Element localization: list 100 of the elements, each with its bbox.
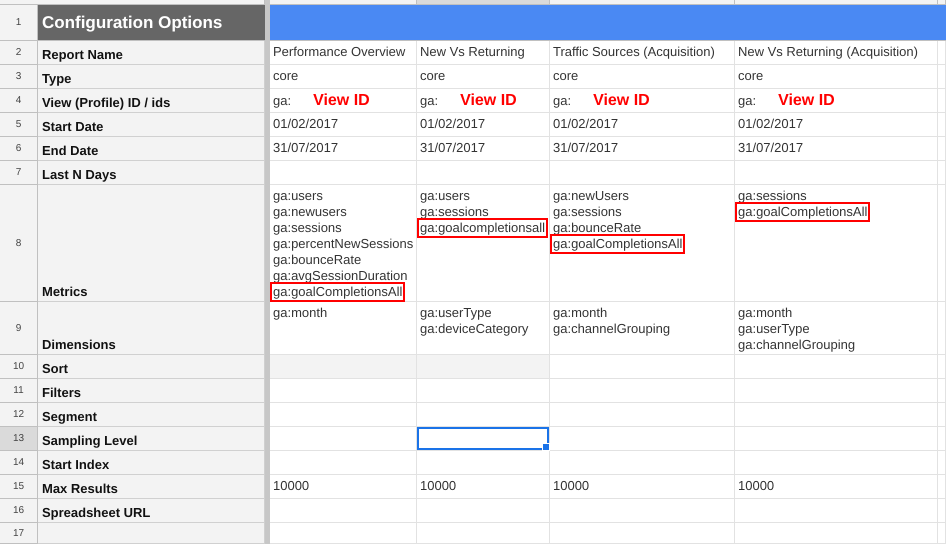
table-cell[interactable]: ga:month ga:channelGrouping [550,302,735,355]
row-number[interactable]: 11 [0,379,38,403]
table-cell[interactable] [270,427,417,451]
row-number[interactable]: 5 [0,113,38,137]
table-cell[interactable]: ga: View ID [550,89,735,113]
table-cell[interactable] [735,427,938,451]
column-header[interactable] [417,0,550,5]
table-cell[interactable] [550,451,735,475]
table-cell[interactable] [938,113,946,137]
table-cell[interactable]: 01/02/2017 [735,113,938,137]
table-cell[interactable] [938,427,946,451]
table-cell[interactable]: ga:users ga:sessions ga:goalcompletionsall [417,185,550,302]
table-cell[interactable]: ga: View ID [417,89,550,113]
table-cell[interactable] [938,523,946,544]
table-cell[interactable] [938,161,946,185]
row-number[interactable]: 17 [0,523,38,544]
table-cell[interactable] [938,302,946,355]
table-cell[interactable] [938,403,946,427]
table-cell[interactable]: 01/02/2017 [550,113,735,137]
column-header[interactable] [938,0,946,5]
table-cell[interactable]: New Vs Returning [417,41,550,65]
table-cell[interactable]: 01/02/2017 [417,113,550,137]
table-cell[interactable] [417,403,550,427]
table-cell[interactable] [735,499,938,523]
table-cell[interactable] [938,379,946,403]
table-cell[interactable] [417,379,550,403]
row-number[interactable]: 1 [0,5,38,41]
table-cell[interactable] [735,523,938,544]
table-cell[interactable] [270,523,417,544]
table-cell[interactable]: ga:month ga:userType ga:channelGrouping [735,302,938,355]
table-cell[interactable] [938,185,946,302]
table-cell[interactable]: ga:sessions ga:goalCompletionsAll [735,185,938,302]
row-number[interactable]: 15 [0,475,38,499]
table-cell[interactable]: 10000 [270,475,417,499]
table-cell[interactable]: 31/07/2017 [735,137,938,161]
table-cell[interactable] [270,451,417,475]
table-cell[interactable] [938,499,946,523]
table-cell[interactable]: core [417,65,550,89]
table-cell[interactable] [938,41,946,65]
table-cell[interactable] [550,523,735,544]
row-number[interactable]: 13 [0,427,38,451]
table-cell[interactable] [938,137,946,161]
column-header[interactable] [550,0,735,5]
column-header[interactable] [270,0,417,5]
row-number[interactable]: 3 [0,65,38,89]
table-cell[interactable] [550,403,735,427]
table-cell[interactable] [735,451,938,475]
table-cell[interactable] [938,475,946,499]
table-cell[interactable]: 01/02/2017 [270,113,417,137]
table-cell[interactable]: New Vs Returning (Acquisition) [735,41,938,65]
table-cell[interactable]: Performance Overview [270,41,417,65]
table-cell[interactable]: Traffic Sources (Acquisition) [550,41,735,65]
table-cell[interactable] [550,427,735,451]
row-number[interactable]: 14 [0,451,38,475]
table-cell[interactable]: core [735,65,938,89]
table-cell[interactable]: 31/07/2017 [550,137,735,161]
table-cell[interactable]: 10000 [417,475,550,499]
table-cell[interactable] [417,523,550,544]
table-cell[interactable]: core [550,65,735,89]
row-number[interactable]: 2 [0,41,38,65]
row-number[interactable]: 4 [0,89,38,113]
table-cell[interactable] [417,427,550,451]
table-cell[interactable] [417,499,550,523]
row-number[interactable]: 16 [0,499,38,523]
table-cell[interactable]: 10000 [550,475,735,499]
table-cell[interactable] [735,403,938,427]
table-cell[interactable] [550,499,735,523]
table-cell[interactable] [938,355,946,379]
column-header[interactable] [735,0,938,5]
table-cell[interactable] [735,355,938,379]
table-cell[interactable] [938,89,946,113]
table-cell[interactable]: ga: View ID [735,89,938,113]
table-cell[interactable] [270,355,417,379]
table-cell[interactable] [417,451,550,475]
row-number[interactable]: 8 [0,185,38,302]
table-cell[interactable]: ga: View ID [270,89,417,113]
table-cell[interactable]: 31/07/2017 [270,137,417,161]
table-cell[interactable] [270,403,417,427]
row-number[interactable]: 10 [0,355,38,379]
row-number[interactable]: 7 [0,161,38,185]
row-number[interactable]: 6 [0,137,38,161]
table-cell[interactable]: 10000 [735,475,938,499]
row-number[interactable]: 9 [0,302,38,355]
table-cell[interactable] [270,161,417,185]
table-cell[interactable] [417,355,550,379]
table-cell[interactable] [270,499,417,523]
table-cell[interactable]: core [270,65,417,89]
table-cell[interactable]: 31/07/2017 [417,137,550,161]
table-cell[interactable] [270,379,417,403]
fill-handle[interactable] [542,443,550,451]
table-cell[interactable] [417,161,550,185]
column-header[interactable] [0,0,265,5]
table-cell[interactable]: ga:users ga:newusers ga:sessions ga:percentNewSessions ga:bounceRate ga:avgSessionDuration ga:goalCompletionsAll [270,185,417,302]
table-cell[interactable] [735,161,938,185]
table-cell[interactable] [938,451,946,475]
table-cell[interactable] [550,355,735,379]
row-number[interactable]: 12 [0,403,38,427]
table-cell[interactable] [735,379,938,403]
table-cell[interactable] [938,65,946,89]
table-cell[interactable] [550,161,735,185]
